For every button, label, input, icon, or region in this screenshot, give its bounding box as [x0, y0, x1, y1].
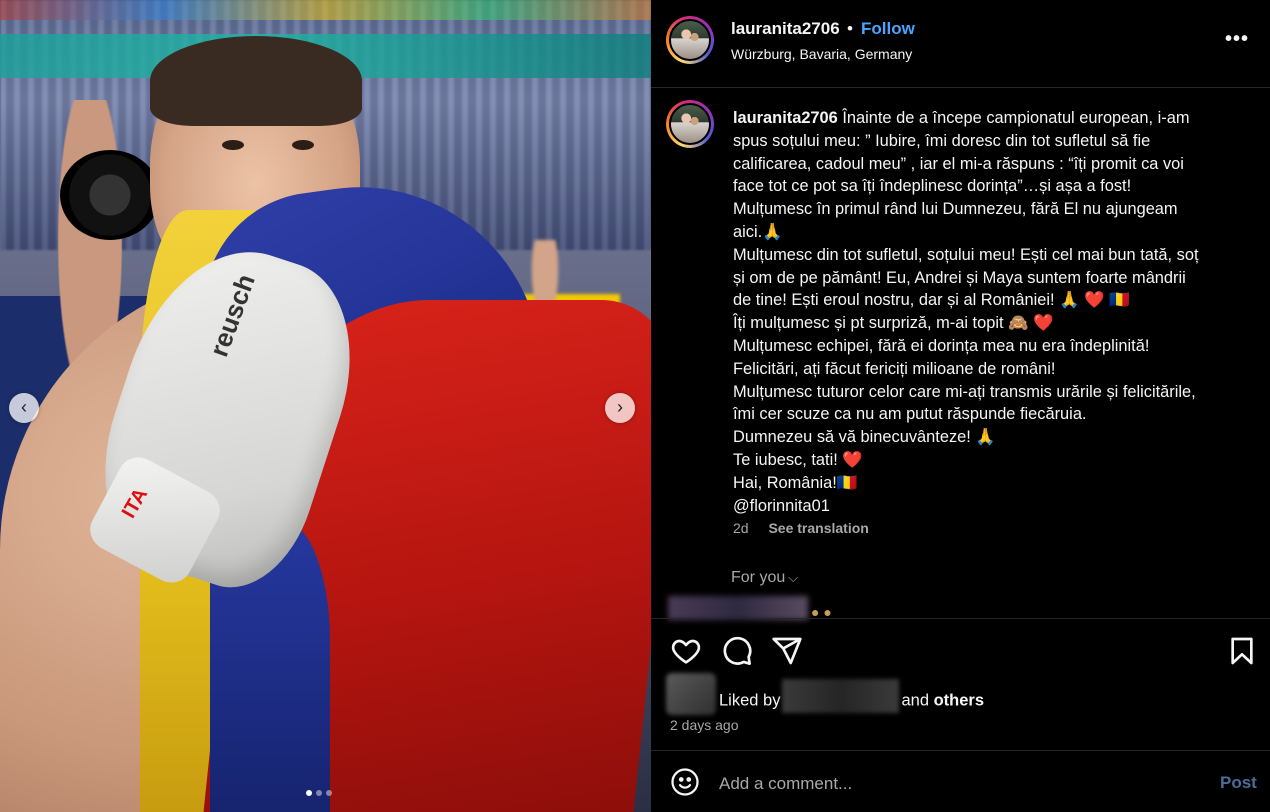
post-location[interactable]: Würzburg, Bavaria, Germany	[731, 46, 912, 62]
liker-avatar-blurred[interactable]	[666, 673, 716, 715]
chevron-down-icon: ⌵	[788, 570, 799, 585]
carousel-next-button[interactable]: ›	[605, 393, 635, 423]
share-icon[interactable]	[771, 635, 803, 667]
bookmark-icon[interactable]	[1226, 635, 1258, 667]
emoji-smile-icon[interactable]	[670, 767, 700, 797]
stadium-banner	[0, 0, 651, 20]
for-you-label: For you	[731, 569, 786, 586]
caption-username[interactable]: lauranita2706	[733, 109, 838, 127]
comment-input[interactable]	[719, 771, 1199, 797]
camera-lens	[60, 150, 160, 240]
heart-icon[interactable]	[670, 635, 702, 667]
for-you-dropdown[interactable]: For you ⌵	[731, 569, 798, 587]
liked-by-label: Liked by	[719, 691, 781, 710]
player-hair	[150, 36, 362, 126]
post-image[interactable]: 3 reusch ITA ‹ ›	[0, 0, 651, 812]
liker-name-blurred[interactable]	[782, 679, 900, 713]
carousel-dot	[326, 790, 332, 796]
see-translation-button[interactable]: See translation	[768, 520, 868, 536]
chevron-left-icon: ‹	[21, 397, 27, 417]
caption-meta: 2d See translation	[733, 520, 869, 536]
carousel-indicator	[306, 790, 332, 796]
comment-preview-blurred	[668, 596, 808, 620]
divider	[651, 87, 1270, 88]
comment-icon[interactable]	[721, 635, 753, 667]
carousel-dot-active	[306, 790, 312, 796]
likes-connector: and	[901, 691, 929, 710]
author-avatar[interactable]	[666, 16, 714, 64]
player-eye	[292, 140, 314, 150]
more-options-icon[interactable]: •••	[1225, 28, 1249, 51]
caption-avatar[interactable]	[666, 100, 714, 148]
post-sidebar: lauranita2706 • Follow Würzburg, Bavaria…	[651, 0, 1270, 812]
post-timestamp[interactable]: 2 days ago	[670, 717, 739, 733]
author-username[interactable]: lauranita2706	[731, 19, 840, 39]
likes-others-link[interactable]: others	[934, 691, 984, 709]
follow-button[interactable]: Follow	[861, 19, 915, 39]
divider	[651, 618, 1270, 619]
carousel-prev-button[interactable]: ‹	[9, 393, 39, 423]
post-comment-button[interactable]: Post	[1220, 773, 1257, 793]
caption-text: Înainte de a începe campionatul european…	[733, 109, 1199, 515]
caption-timestamp[interactable]: 2d	[733, 520, 749, 536]
divider	[651, 750, 1270, 751]
carousel-dot	[316, 790, 322, 796]
likes-summary[interactable]: Liked by and others	[719, 679, 984, 713]
post-caption: lauranita2706 Înainte de a începe campio…	[733, 107, 1243, 517]
chevron-right-icon: ›	[617, 397, 623, 417]
header-separator: •	[847, 19, 853, 38]
player-eye	[222, 140, 244, 150]
